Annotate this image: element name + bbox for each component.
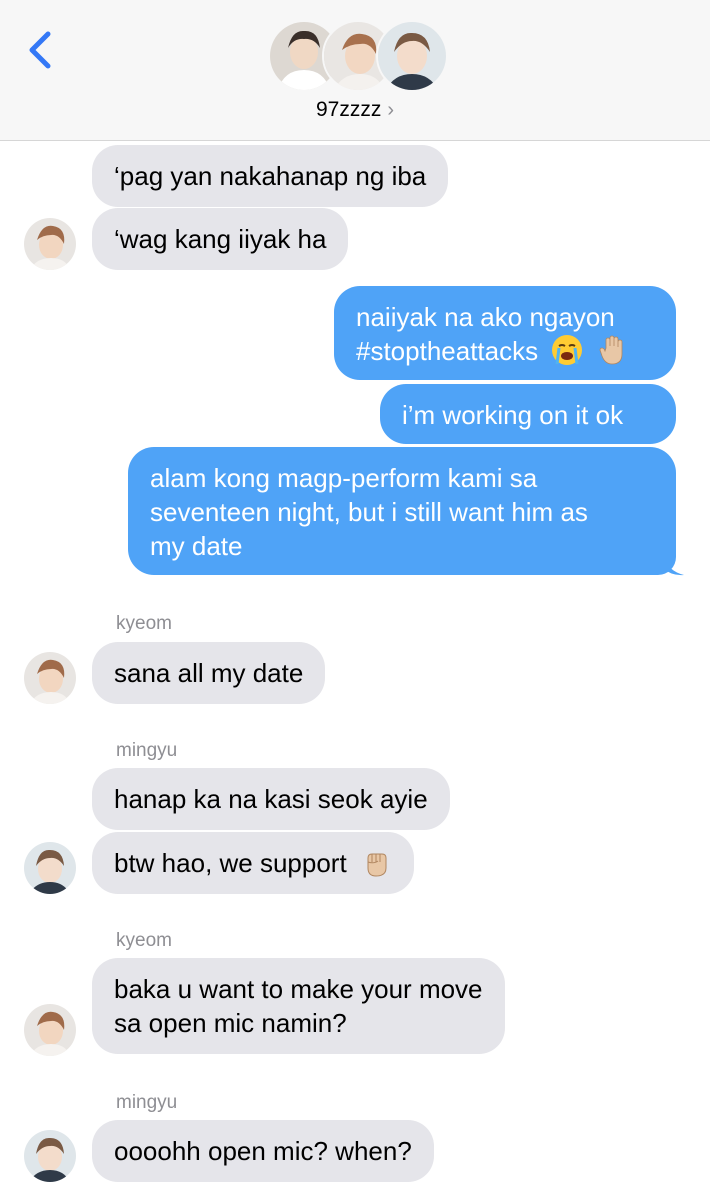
message-text: #stoptheattacks [356,336,539,366]
outgoing-message-bubble[interactable]: alam kong magp-perform kami sa seventeen… [128,447,676,575]
message-text: hanap ka na kasi seok ayie [114,784,428,814]
incoming-message-bubble[interactable]: ‘pag yan nakahanap ng iba [92,145,449,207]
message-text: btw hao, we support [114,848,347,878]
sender-avatar[interactable] [24,652,76,704]
chevron-right-icon: › [387,99,395,121]
group-member-avatar [376,20,448,92]
message-text: sa open mic namin? [114,1008,347,1038]
group-avatars[interactable] [268,20,448,92]
back-button[interactable] [22,28,62,72]
sender-avatar[interactable] [24,1004,76,1056]
bubble-tail [664,557,684,576]
chat-header: 97zzzz › [0,0,710,141]
message-text: i’m working on it ok [402,400,624,430]
message-text: my date [150,531,243,561]
incoming-message-bubble[interactable]: baka u want to make your move sa open mi… [92,958,505,1054]
sender-avatar[interactable] [24,218,76,270]
raised-hand-icon [599,335,622,365]
sender-name: mingyu [116,1092,178,1113]
outgoing-message-bubble[interactable]: i’m working on it ok [380,384,676,444]
message-text: naiiyak na ako ngayon [356,302,615,332]
message-text: baka u want to make your move [114,974,483,1004]
message-text: oooohh open mic? when? [114,1136,412,1166]
chevron-left-icon [29,31,51,69]
message-text: ‘wag kang iiyak ha [114,224,327,254]
message-text: ‘pag yan nakahanap ng iba [114,161,427,191]
group-name-button[interactable]: 97zzzz › [0,98,710,122]
sender-name: kyeom [116,613,172,634]
loudly-crying-face-icon [552,335,583,365]
sender-avatar[interactable] [24,842,76,894]
message-text: sana all my date [114,658,304,688]
incoming-message-bubble[interactable]: sana all my date [92,642,326,704]
incoming-message-bubble[interactable]: hanap ka na kasi seok ayie [92,768,450,830]
message-text: seventeen night, but i still want him as [150,497,588,527]
sender-name: mingyu [116,740,178,761]
sender-name: kyeom [116,930,172,951]
incoming-message-bubble[interactable]: oooohh open mic? when? [92,1120,434,1182]
sender-avatar[interactable] [24,1130,76,1182]
outgoing-message-bubble[interactable]: naiiyak na ako ngayon #stoptheattacks [334,286,676,380]
group-name: 97zzzz [315,98,382,121]
raised-fist-icon [367,853,387,877]
incoming-message-bubble[interactable]: ‘wag kang iiyak ha [92,208,349,270]
incoming-message-bubble[interactable]: btw hao, we support [92,832,414,894]
message-text: alam kong magp-perform kami sa [150,463,538,493]
